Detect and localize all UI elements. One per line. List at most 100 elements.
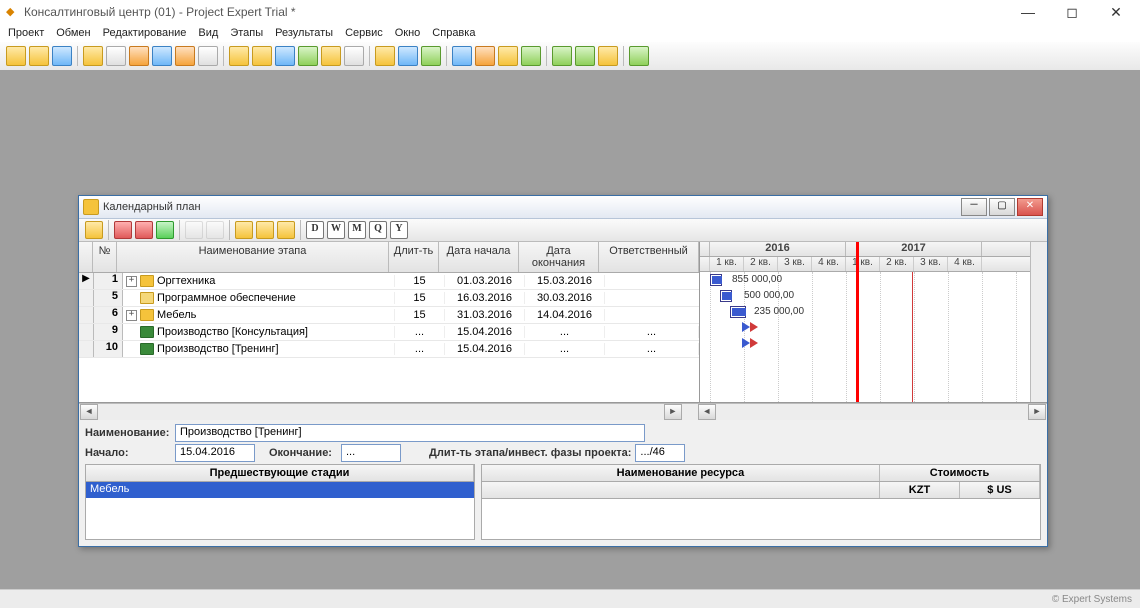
expand-icon[interactable]: + <box>126 310 137 321</box>
maximize-button[interactable]: ◻ <box>1058 4 1086 21</box>
tb-resources-icon[interactable] <box>321 46 341 66</box>
scroll-left-button[interactable]: ◄ <box>80 404 98 420</box>
scale-w-button[interactable]: W <box>327 221 345 239</box>
gantt-vscroll[interactable] <box>1030 242 1047 402</box>
preceding-stages-grid[interactable]: Предшествующие стадии Мебель <box>85 464 475 540</box>
lbl-end: Окончание: <box>269 447 332 459</box>
menu-project[interactable]: Проект <box>8 27 44 39</box>
child-titlebar[interactable]: Календарный план － ▢ ✕ <box>79 196 1047 219</box>
field-name[interactable]: Производство [Тренинг] <box>175 424 645 442</box>
cell-end: 30.03.2016 <box>525 292 605 304</box>
gantt-bar[interactable] <box>730 306 746 318</box>
menu-help[interactable]: Справка <box>432 27 475 39</box>
col-usd[interactable]: $ US <box>960 482 1040 498</box>
tb-report-icon[interactable] <box>598 46 618 66</box>
tb-npv-icon[interactable] <box>575 46 595 66</box>
tb-word-icon[interactable] <box>152 46 172 66</box>
resources-grid[interactable]: Наименование ресурса Стоимость KZT $ US <box>481 464 1041 540</box>
quarter-label: 1 кв. <box>710 257 744 271</box>
field-start[interactable]: 15.04.2016 <box>175 444 255 462</box>
scale-m-button[interactable]: M <box>348 221 366 239</box>
field-dur[interactable]: .../46 <box>635 444 685 462</box>
child-close-button[interactable]: ✕ <box>1017 198 1043 216</box>
col-num[interactable]: № <box>93 242 117 272</box>
ctb-flag-icon[interactable] <box>114 221 132 239</box>
menu-window[interactable]: Окно <box>395 27 421 39</box>
tb-calendar-icon[interactable] <box>275 46 295 66</box>
col-preceding[interactable]: Предшествующие стадии <box>86 465 474 481</box>
col-name[interactable]: Наименование этапа <box>117 242 389 272</box>
ctb-run-icon[interactable] <box>156 221 174 239</box>
tb-analysis-icon[interactable] <box>452 46 472 66</box>
minimize-button[interactable]: — <box>1014 4 1042 20</box>
menu-edit[interactable]: Редактирование <box>103 27 187 39</box>
tb-brief-icon[interactable] <box>229 46 249 66</box>
field-end[interactable]: ... <box>341 444 401 462</box>
tb-building-icon[interactable] <box>498 46 518 66</box>
menu-results[interactable]: Результаты <box>275 27 333 39</box>
menu-stages[interactable]: Этапы <box>230 27 263 39</box>
stages-grid[interactable]: № Наименование этапа Длит-ть Дата начала… <box>79 242 700 402</box>
row-marker <box>79 341 94 357</box>
tb-plan-icon[interactable] <box>298 46 318 66</box>
col-start[interactable]: Дата начала <box>439 242 519 272</box>
tb-pl-icon[interactable] <box>375 46 395 66</box>
menu-exchange[interactable]: Обмен <box>56 27 90 39</box>
tb-costs-icon[interactable] <box>344 46 364 66</box>
col-end[interactable]: Дата окончания <box>519 242 599 272</box>
tb-new-icon[interactable] <box>6 46 26 66</box>
gantt-chart[interactable]: 2016 2017 1 кв.2 кв.3 кв.4 кв.1 кв.2 кв.… <box>700 242 1047 402</box>
ctb-link-icon[interactable] <box>256 221 274 239</box>
ctb-add-icon[interactable] <box>235 221 253 239</box>
tb-calc-icon[interactable] <box>629 46 649 66</box>
menu-bar[interactable]: Проект Обмен Редактирование Вид Этапы Ре… <box>0 24 1140 42</box>
tb-save-icon[interactable] <box>52 46 72 66</box>
child-maximize-button[interactable]: ▢ <box>989 198 1015 216</box>
gantt-scroll-right-button[interactable]: ► <box>1028 404 1046 420</box>
child-minimize-button[interactable]: － <box>961 198 987 216</box>
col-resource[interactable]: Наименование ресурса <box>482 465 880 481</box>
expand-icon[interactable]: + <box>126 276 137 287</box>
ctb-gift-icon[interactable] <box>135 221 153 239</box>
ctb-folder-icon[interactable] <box>85 221 103 239</box>
tb-tree-icon[interactable] <box>521 46 541 66</box>
cell-dur: ... <box>395 343 445 355</box>
cell-end: ... <box>525 343 605 355</box>
tb-preview-icon[interactable] <box>129 46 149 66</box>
tb-cf-icon[interactable] <box>398 46 418 66</box>
tb-clip-icon[interactable] <box>198 46 218 66</box>
gantt-bar[interactable] <box>720 290 732 302</box>
table-row[interactable]: ▶1+Оргтехника1501.03.201615.03.2016 <box>79 273 699 290</box>
col-resp[interactable]: Ответственный <box>599 242 699 272</box>
table-row[interactable]: 6+Мебель1531.03.201614.04.2016 <box>79 307 699 324</box>
table-row[interactable]: 9Производство [Консультация]...15.04.201… <box>79 324 699 341</box>
cell-num: 1 <box>94 273 123 289</box>
table-row[interactable]: 5Программное обеспечение1516.03.201630.0… <box>79 290 699 307</box>
preceding-row[interactable]: Мебель <box>86 482 474 498</box>
quarter-label: 2 кв. <box>880 257 914 271</box>
col-dur[interactable]: Длит-ть <box>389 242 439 272</box>
menu-view[interactable]: Вид <box>198 27 218 39</box>
ctb-pointer-icon[interactable] <box>277 221 295 239</box>
table-row[interactable]: 10Производство [Тренинг]...15.04.2016...… <box>79 341 699 358</box>
col-cost[interactable]: Стоимость <box>880 465 1040 481</box>
tb-open-icon[interactable] <box>29 46 49 66</box>
tb-chart-icon[interactable] <box>252 46 272 66</box>
scale-q-button[interactable]: Q <box>369 221 387 239</box>
tb-html-icon[interactable] <box>175 46 195 66</box>
tb-print-icon[interactable] <box>106 46 126 66</box>
scale-y-button[interactable]: Y <box>390 221 408 239</box>
tb-person-icon[interactable] <box>475 46 495 66</box>
tb-roi-icon[interactable] <box>552 46 572 66</box>
scroll-right-button[interactable]: ► <box>664 404 682 420</box>
gantt-scroll-left-button[interactable]: ◄ <box>698 404 716 420</box>
tb-import-icon[interactable] <box>83 46 103 66</box>
col-kzt[interactable]: KZT <box>880 482 960 498</box>
close-button[interactable]: ✕ <box>1102 4 1130 21</box>
menu-service[interactable]: Сервис <box>345 27 383 39</box>
gantt-bar[interactable] <box>710 274 722 286</box>
lbl-dur: Длит-ть этапа/инвест. фазы проекта: <box>429 447 631 459</box>
status-text: © Expert Systems <box>1052 594 1132 605</box>
scale-d-button[interactable]: D <box>306 221 324 239</box>
tb-bs-icon[interactable] <box>421 46 441 66</box>
